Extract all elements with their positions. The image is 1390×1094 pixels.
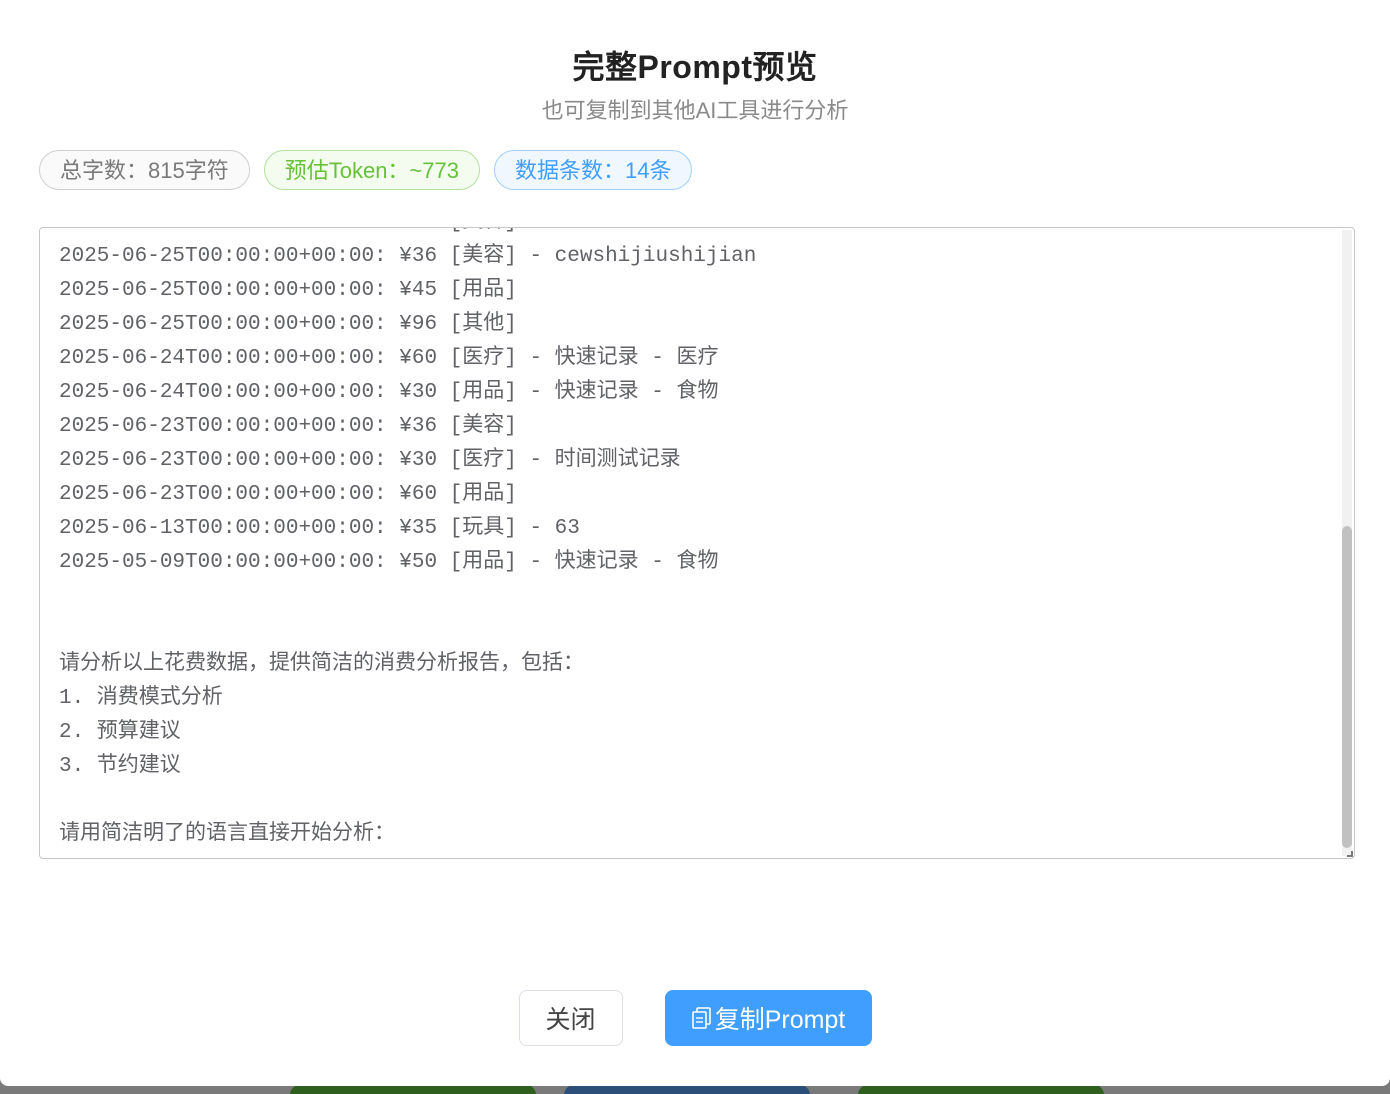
close-button[interactable]: 关闭: [518, 990, 623, 1046]
scrollbar-thumb[interactable]: [1342, 526, 1352, 848]
resize-handle[interactable]: [1347, 851, 1353, 857]
background-tab: [290, 1085, 536, 1094]
prompt-textarea[interactable]: 2025-06-25T00:00:00+00:00: ¥38 [美容] 2025…: [39, 227, 1355, 859]
dialog-title: 完整Prompt预览: [572, 49, 818, 85]
total-chars-badge: 总字数：815字符: [39, 150, 250, 190]
copy-icon: [691, 1006, 713, 1030]
prompt-text[interactable]: 2025-06-25T00:00:00+00:00: ¥38 [美容] 2025…: [59, 228, 1338, 852]
dialog-subtitle: 也可复制到其他AI工具进行分析: [541, 98, 849, 123]
copy-prompt-button[interactable]: 复制Prompt: [664, 990, 872, 1046]
copy-button-label: 复制Prompt: [714, 1006, 846, 1034]
dialog-footer: 关闭 复制Prompt: [0, 990, 1390, 1046]
background-tab: [564, 1085, 810, 1094]
record-count-badge: 数据条数：14条: [493, 150, 693, 190]
token-estimate-badge: 预估Token：~773: [263, 150, 480, 190]
background-tab: [858, 1085, 1104, 1094]
prompt-preview-dialog: 完整Prompt预览 也可复制到其他AI工具进行分析 总字数：815字符 预估T…: [0, 0, 1390, 1086]
close-button-label: 关闭: [545, 1006, 596, 1034]
stats-bar: 总字数：815字符 预估Token：~773 数据条数：14条: [39, 150, 693, 190]
